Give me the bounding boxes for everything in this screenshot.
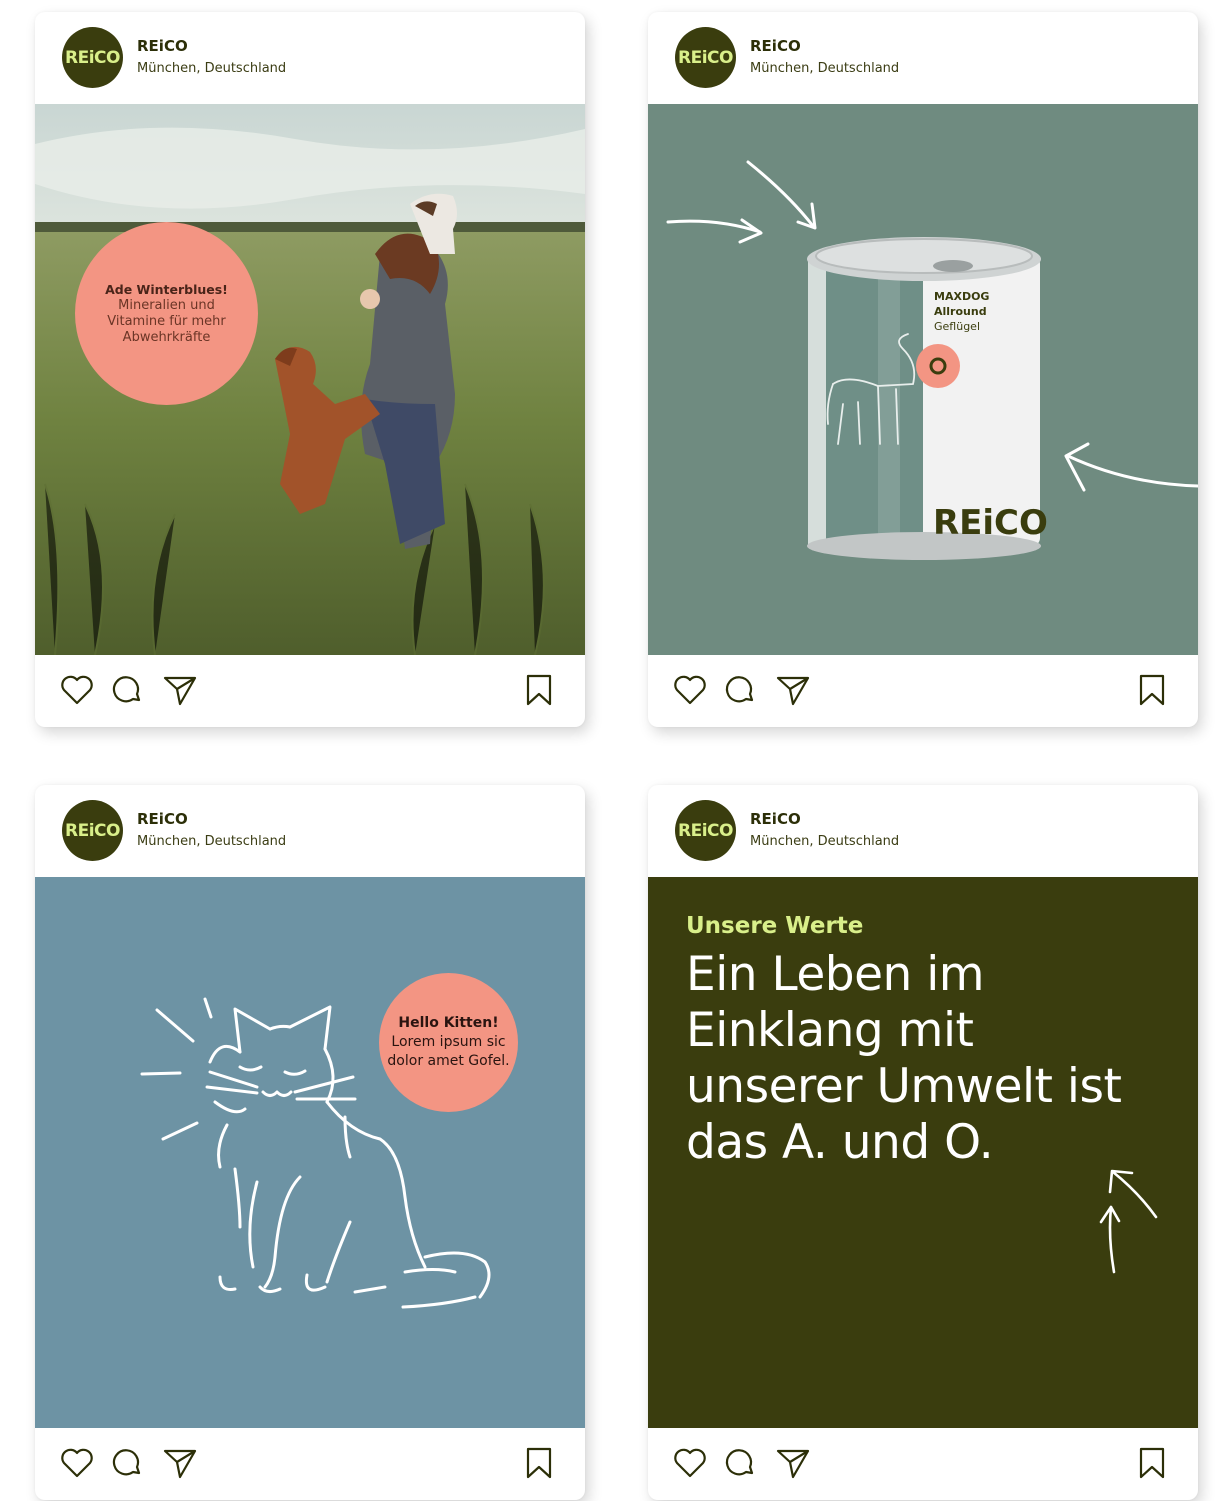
badge-text: Mineralien und Vitamine für mehr Abwehrk… — [107, 297, 226, 345]
heart-icon[interactable] — [57, 1443, 97, 1483]
post-card-winterblues: REiCO REiCO München, Deutschland Ade Win… — [35, 12, 585, 727]
avatar-logo-text: REiCO — [678, 820, 733, 841]
arrow-icon — [1099, 1169, 1158, 1274]
post-image[interactable]: MAXDOG Allround Geflügel REiCO — [648, 104, 1198, 655]
can-brand-text: MAXDOG — [934, 290, 989, 303]
account-avatar[interactable]: REiCO — [675, 27, 736, 88]
badge-title: Hello Kitten! — [398, 1015, 499, 1031]
account-location[interactable]: München, Deutschland — [750, 834, 899, 849]
can-illustration: MAXDOG Allround Geflügel REiCO — [666, 160, 1198, 560]
comment-icon[interactable] — [107, 1443, 147, 1483]
account-name[interactable]: REiCO — [750, 37, 801, 55]
heart-icon[interactable] — [670, 670, 710, 710]
account-location[interactable]: München, Deutschland — [137, 834, 286, 849]
send-icon[interactable] — [160, 670, 200, 710]
can-flavor-text: Geflügel — [934, 320, 980, 333]
heart-icon[interactable] — [57, 670, 97, 710]
comment-icon[interactable] — [107, 670, 147, 710]
post-actions — [648, 655, 1198, 727]
promo-badge: Hello Kitten! Lorem ipsum sic dolor amet… — [379, 973, 518, 1112]
cat-line-illustration — [140, 997, 491, 1309]
account-name[interactable]: REiCO — [137, 810, 188, 828]
post-image[interactable]: Ade Winterblues! Mineralien und Vitamine… — [35, 104, 585, 655]
account-location[interactable]: München, Deutschland — [750, 61, 899, 76]
post-header: REiCO REiCO München, Deutschland — [648, 12, 1198, 104]
avatar-logo-text: REiCO — [678, 47, 733, 68]
promo-badge: Ade Winterblues! Mineralien und Vitamine… — [75, 222, 258, 405]
badge-title: Ade Winterblues! — [105, 281, 228, 297]
heart-icon[interactable] — [670, 1443, 710, 1483]
post-image[interactable]: Hello Kitten! Lorem ipsum sic dolor amet… — [35, 877, 585, 1428]
bookmark-icon[interactable] — [519, 670, 559, 710]
badge-text: Lorem ipsum sic dolor amet Gofel. — [387, 1034, 510, 1069]
send-icon[interactable] — [773, 1443, 813, 1483]
account-name[interactable]: REiCO — [750, 810, 801, 828]
send-icon[interactable] — [160, 1443, 200, 1483]
bookmark-icon[interactable] — [1132, 1443, 1172, 1483]
avatar-logo-text: REiCO — [65, 820, 120, 841]
post-card-dog-food-can: REiCO REiCO München, Deutschland MAXDOG … — [648, 12, 1198, 727]
bookmark-icon[interactable] — [519, 1443, 559, 1483]
post-header: REiCO REiCO München, Deutschland — [35, 12, 585, 104]
comment-icon[interactable] — [720, 1443, 760, 1483]
post-image[interactable]: Unsere Werte Ein Leben im Einklang mit u… — [648, 877, 1198, 1428]
account-name[interactable]: REiCO — [137, 37, 188, 55]
can-logo-text: REiCO — [933, 503, 1048, 543]
post-actions — [35, 655, 585, 727]
post-card-hello-kitten: REiCO REiCO München, Deutschland Hello K… — [35, 785, 585, 1500]
comment-icon[interactable] — [720, 670, 760, 710]
post-header: REiCO REiCO München, Deutschland — [35, 785, 585, 877]
post-actions — [35, 1428, 585, 1500]
avatar-logo-text: REiCO — [65, 47, 120, 68]
bookmark-icon[interactable] — [1132, 670, 1172, 710]
post-card-unsere-werte: REiCO REiCO München, Deutschland Unsere … — [648, 785, 1198, 1500]
account-avatar[interactable]: REiCO — [62, 27, 123, 88]
can-line-text: Allround — [934, 305, 987, 318]
send-icon[interactable] — [773, 670, 813, 710]
account-avatar[interactable]: REiCO — [675, 800, 736, 861]
post-actions — [648, 1428, 1198, 1500]
account-avatar[interactable]: REiCO — [62, 800, 123, 861]
post-header: REiCO REiCO München, Deutschland — [648, 785, 1198, 877]
account-location[interactable]: München, Deutschland — [137, 61, 286, 76]
